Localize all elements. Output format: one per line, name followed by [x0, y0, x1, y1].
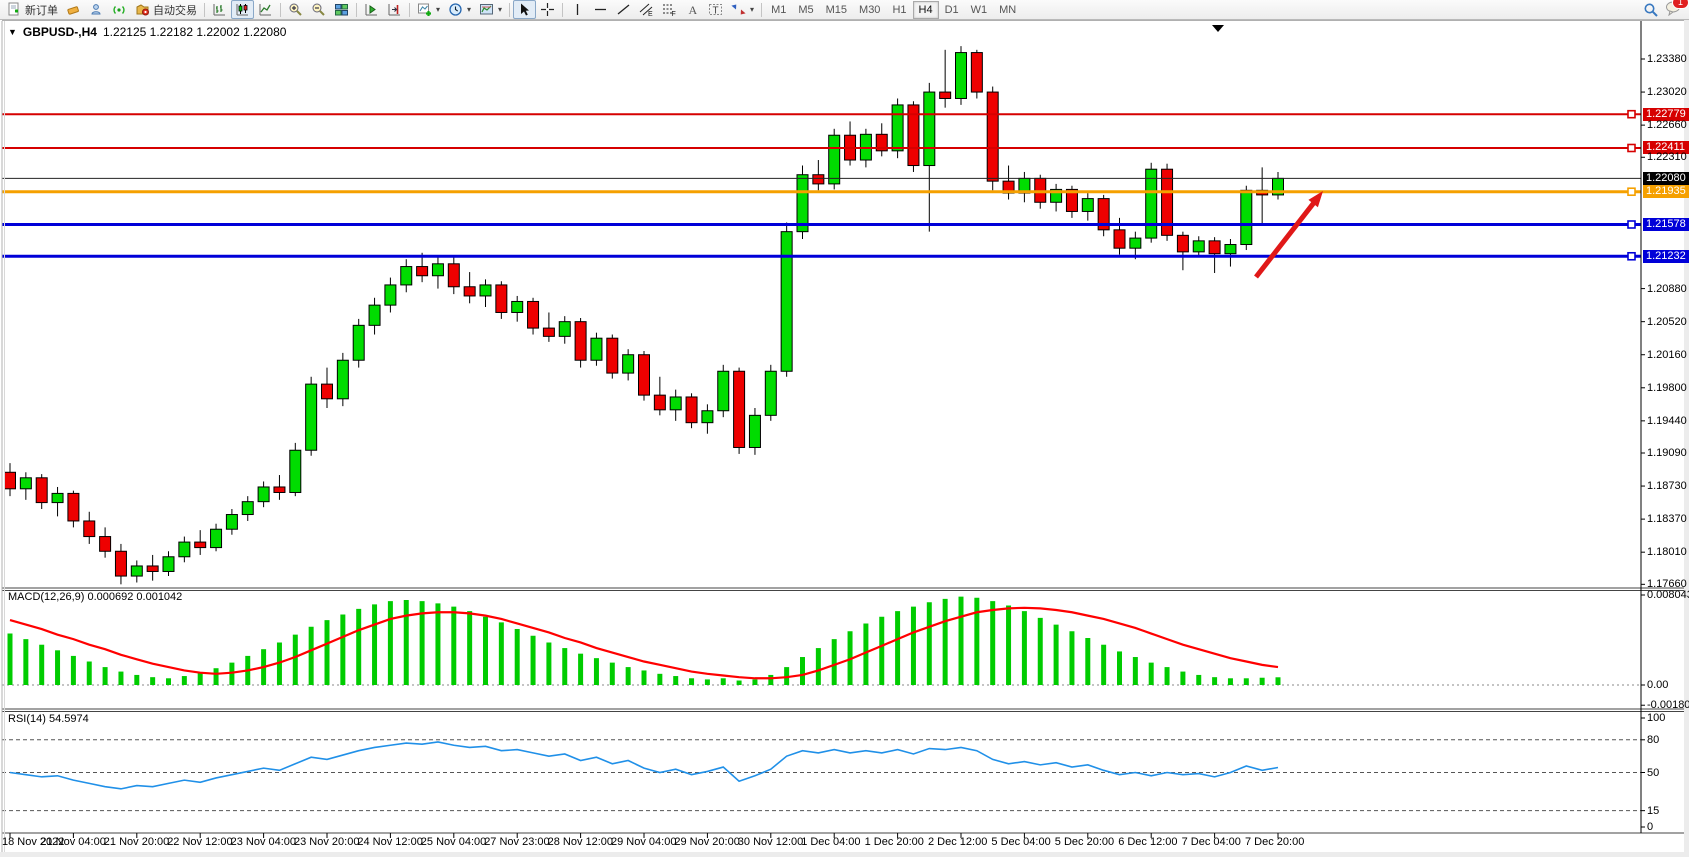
- candle: [306, 384, 317, 450]
- candle: [195, 542, 206, 548]
- candle: [607, 338, 618, 373]
- line-handle-marker[interactable]: [1628, 111, 1635, 118]
- candle: [226, 515, 237, 530]
- candle: [353, 325, 364, 360]
- rsi-line: [10, 742, 1278, 789]
- candle: [670, 397, 681, 410]
- candle: [686, 397, 697, 423]
- candle: [512, 301, 523, 312]
- candle: [258, 487, 269, 502]
- candle: [480, 285, 491, 296]
- candle: [924, 92, 935, 165]
- candle: [559, 322, 570, 337]
- candle: [496, 285, 507, 313]
- candle: [971, 53, 982, 92]
- candle: [1209, 241, 1220, 254]
- candle: [940, 92, 951, 98]
- trend-arrow[interactable]: [1256, 202, 1314, 277]
- candle: [242, 502, 253, 515]
- candle: [84, 521, 95, 537]
- line-handle-marker[interactable]: [1628, 253, 1635, 260]
- candle: [654, 395, 665, 410]
- candle: [131, 566, 142, 576]
- candle: [464, 287, 475, 296]
- line-handle-marker[interactable]: [1628, 188, 1635, 195]
- candle: [448, 264, 459, 287]
- candle: [417, 267, 428, 276]
- candle: [5, 472, 16, 489]
- candle: [385, 285, 396, 305]
- candle: [1193, 241, 1204, 252]
- candle: [702, 411, 713, 423]
- candle: [528, 301, 539, 328]
- candle: [575, 322, 586, 361]
- ohlc-values: 1.22125 1.22182 1.22002 1.22080: [103, 25, 287, 39]
- candle: [337, 360, 348, 399]
- candle: [1225, 245, 1236, 254]
- candle: [211, 529, 222, 547]
- candle: [1177, 235, 1188, 252]
- candle: [781, 232, 792, 372]
- candle: [179, 542, 190, 557]
- candle: [401, 267, 412, 285]
- symbol-period-label: GBPUSD-,H4: [23, 25, 97, 39]
- candle: [147, 566, 158, 572]
- candle: [163, 557, 174, 572]
- candle: [623, 355, 634, 373]
- candle: [1130, 238, 1141, 248]
- candle: [734, 371, 745, 447]
- candle: [543, 328, 554, 336]
- line-handle-marker[interactable]: [1628, 221, 1635, 228]
- candle: [718, 371, 729, 410]
- candle: [956, 53, 967, 99]
- candle: [36, 478, 47, 503]
- symbol-dropdown-icon[interactable]: ▼: [8, 27, 17, 37]
- candle: [987, 92, 998, 181]
- candle: [829, 135, 840, 184]
- candle: [892, 105, 903, 151]
- candle: [639, 355, 650, 395]
- candle: [20, 478, 31, 489]
- candle: [749, 415, 760, 447]
- candle: [322, 384, 333, 399]
- candle: [813, 175, 824, 184]
- candle: [432, 264, 443, 276]
- candle: [115, 551, 126, 576]
- candle: [1114, 230, 1125, 248]
- candle: [274, 487, 285, 493]
- candle: [369, 305, 380, 325]
- candle: [1146, 169, 1157, 238]
- candle: [52, 493, 63, 502]
- candle: [1241, 190, 1252, 244]
- chart-shift-marker[interactable]: [1212, 25, 1224, 32]
- candle: [68, 493, 79, 521]
- chart-canvas[interactable]: [0, 0, 1689, 857]
- candle: [1082, 199, 1093, 212]
- candle: [290, 450, 301, 492]
- candle: [765, 371, 776, 415]
- candle: [591, 338, 602, 360]
- candle: [100, 537, 111, 552]
- line-handle-marker[interactable]: [1628, 144, 1635, 151]
- mt4-window: 新订单 自动交易 ▾ ▾ ▾ E F A T ▾: [0, 0, 1689, 857]
- chart-title: ▼ GBPUSD-,H4 1.22125 1.22182 1.22002 1.2…: [8, 25, 286, 39]
